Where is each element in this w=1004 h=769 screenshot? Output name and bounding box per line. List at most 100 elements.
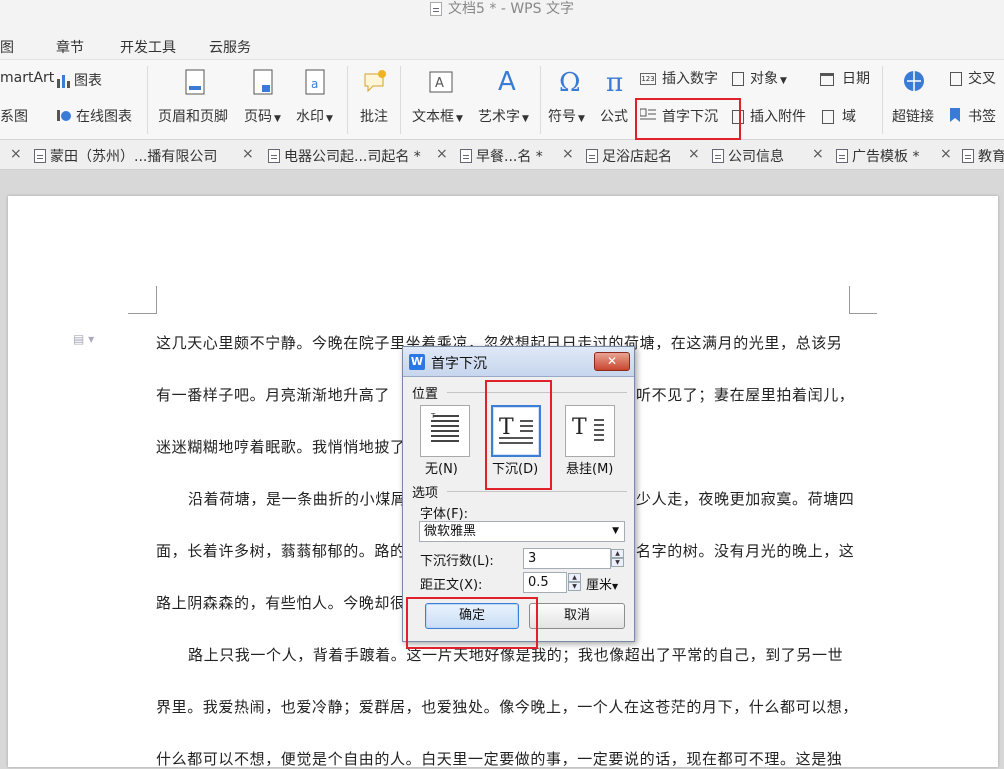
tab-label: 电器公司起...司起名 * bbox=[284, 149, 421, 165]
tab-document-3[interactable]: 早餐...名 * bbox=[460, 146, 543, 166]
ok-button-highlight bbox=[406, 597, 538, 649]
menu-item-insert-partial[interactable]: 图 bbox=[0, 37, 14, 57]
online-chart-button[interactable]: 在线图表 bbox=[56, 106, 132, 126]
ribbon-separator bbox=[147, 66, 148, 134]
comment-icon bbox=[360, 68, 390, 98]
tab-close-icon[interactable]: × bbox=[10, 146, 22, 162]
svg-text:a: a bbox=[311, 77, 318, 91]
tab-document-1[interactable]: 蒙田（苏州）...播有限公司 bbox=[34, 146, 217, 166]
insert-attachment-button[interactable]: 插入附件 bbox=[732, 106, 806, 126]
spin-up-icon[interactable]: ▲ bbox=[611, 549, 624, 558]
number-icon: 123 bbox=[640, 73, 656, 85]
margin-corner-mark bbox=[849, 286, 850, 314]
formula-button[interactable]: 公式 bbox=[600, 106, 628, 126]
tab-label: 足浴店起名 bbox=[602, 149, 672, 165]
tab-document-6[interactable]: 广告模板 * bbox=[836, 146, 919, 166]
date-button[interactable]: 日期 bbox=[820, 68, 870, 88]
font-select[interactable]: 微软雅黑 ▼ bbox=[419, 521, 625, 542]
textbox-button[interactable]: 文本框 ▼ bbox=[412, 106, 463, 126]
document-icon bbox=[430, 2, 443, 16]
chart-button[interactable]: 图表 bbox=[56, 70, 102, 90]
svg-text:T: T bbox=[572, 415, 587, 440]
document-icon bbox=[836, 149, 848, 163]
cross-ref-icon bbox=[950, 72, 962, 86]
document-text-line: 少人走，夜晚更加寂寞。荷塘四 bbox=[636, 490, 855, 508]
chevron-down-icon: ▼ bbox=[612, 526, 619, 536]
hyperlink-icon bbox=[900, 68, 930, 98]
distance-spinner[interactable]: ▲ ▼ bbox=[568, 573, 581, 592]
document-text-line: 名字的树。没有月光的晚上，这 bbox=[636, 542, 855, 560]
spin-up-icon[interactable]: ▲ bbox=[568, 573, 581, 582]
object-icon bbox=[732, 72, 744, 86]
field-button[interactable]: 域 bbox=[822, 106, 856, 126]
lines-input[interactable]: 3 bbox=[523, 548, 611, 569]
tab-close-icon[interactable]: × bbox=[242, 146, 254, 162]
field-icon bbox=[822, 110, 834, 124]
document-text-line: 界里。我爱热闹，也爱冷静；爱群居，也爱独处。像今晚上，一个人在这苍茫的月下，什么… bbox=[156, 698, 859, 716]
relation-chart-button[interactable]: 系图 bbox=[0, 106, 28, 126]
online-chart-label: 在线图表 bbox=[76, 109, 132, 125]
paragraph-options-icon[interactable]: ▤ ▾ bbox=[73, 332, 94, 346]
wps-logo-icon: W bbox=[409, 354, 425, 370]
document-text-line: 迷迷糊糊地哼着眠歌。我悄悄地披了 bbox=[156, 438, 406, 456]
document-text-line: 听不见了；妻在屋里拍着闰儿， bbox=[636, 386, 855, 404]
tab-label: 教育 bbox=[978, 149, 1004, 165]
object-button[interactable]: 对象 ▼ bbox=[732, 68, 787, 88]
bookmark-button[interactable]: 书签 bbox=[950, 106, 996, 126]
document-text-line: 面，长着许多树，蓊蓊郁郁的。路的 bbox=[156, 542, 406, 560]
page-number-button[interactable]: 页码 ▼ bbox=[244, 106, 281, 126]
distance-input[interactable]: 0.5 bbox=[523, 572, 567, 593]
tab-close-icon[interactable]: × bbox=[562, 146, 574, 162]
drop-cap-margin-label[interactable]: 悬挂(M) bbox=[566, 458, 613, 477]
tab-close-icon[interactable]: × bbox=[812, 146, 824, 162]
tab-document-4[interactable]: 足浴店起名 bbox=[586, 146, 672, 166]
dialog-title-bar[interactable]: W 首字下沉 ✕ bbox=[403, 347, 634, 377]
omega-symbol-icon: Ω bbox=[556, 66, 586, 98]
distance-label: 距正文(X): bbox=[420, 578, 483, 593]
date-label: 日期 bbox=[842, 71, 870, 87]
tab-close-icon[interactable]: × bbox=[436, 146, 448, 162]
tab-document-5[interactable]: 公司信息 bbox=[712, 146, 784, 166]
dialog-close-button[interactable]: ✕ bbox=[594, 352, 630, 371]
drop-cap-margin-option[interactable]: T bbox=[565, 405, 615, 457]
distance-unit-select[interactable]: 厘米▼ bbox=[586, 574, 618, 593]
insert-number-button[interactable]: 123 插入数字 bbox=[640, 68, 718, 88]
menu-item-cloud[interactable]: 云服务 bbox=[209, 37, 251, 57]
pi-formula-icon: π bbox=[602, 66, 632, 98]
insert-attachment-label: 插入附件 bbox=[750, 109, 806, 125]
tab-close-icon[interactable]: × bbox=[940, 146, 952, 162]
menu-item-chapter[interactable]: 章节 bbox=[56, 37, 84, 57]
margin-corner-mark bbox=[128, 313, 156, 314]
symbol-button[interactable]: 符号 ▼ bbox=[548, 106, 585, 126]
cross-ref-button[interactable]: 交叉 bbox=[950, 68, 996, 88]
cancel-button[interactable]: 取消 bbox=[529, 603, 625, 629]
menu-item-developer[interactable]: 开发工具 bbox=[120, 37, 176, 57]
header-footer-button[interactable]: 页眉和页脚 bbox=[158, 106, 228, 126]
watermark-label: 水印 bbox=[296, 109, 324, 125]
document-icon bbox=[586, 149, 598, 163]
comment-button[interactable]: 批注 bbox=[360, 106, 388, 126]
svg-text:π: π bbox=[606, 68, 623, 96]
dialog-title: 首字下沉 bbox=[431, 356, 487, 372]
drop-cap-none-option[interactable]: T bbox=[420, 405, 470, 457]
lines-spinner[interactable]: ▲ ▼ bbox=[611, 549, 624, 568]
spin-down-icon[interactable]: ▼ bbox=[611, 558, 624, 567]
wordart-button[interactable]: 艺术字 ▼ bbox=[478, 106, 529, 126]
margin-corner-mark bbox=[849, 313, 877, 314]
group-divider bbox=[447, 491, 627, 492]
tab-document-2[interactable]: 电器公司起...司起名 * bbox=[268, 146, 421, 166]
tab-document-7[interactable]: 教育 bbox=[962, 146, 1004, 166]
document-icon bbox=[712, 149, 724, 163]
hyperlink-button[interactable]: 超链接 bbox=[892, 106, 934, 126]
wordart-label: 艺术字 bbox=[478, 109, 520, 125]
symbol-label: 符号 bbox=[548, 109, 576, 125]
document-icon bbox=[962, 149, 974, 163]
spin-down-icon[interactable]: ▼ bbox=[568, 582, 581, 591]
ribbon-separator bbox=[882, 66, 883, 134]
tab-close-icon[interactable]: × bbox=[688, 146, 700, 162]
drop-cap-none-label[interactable]: 无(N) bbox=[425, 458, 458, 477]
lines-input-value: 3 bbox=[528, 551, 537, 566]
watermark-button[interactable]: 水印 ▼ bbox=[296, 106, 333, 126]
field-label: 域 bbox=[842, 109, 856, 125]
smartart-button[interactable]: martArt bbox=[0, 70, 54, 86]
